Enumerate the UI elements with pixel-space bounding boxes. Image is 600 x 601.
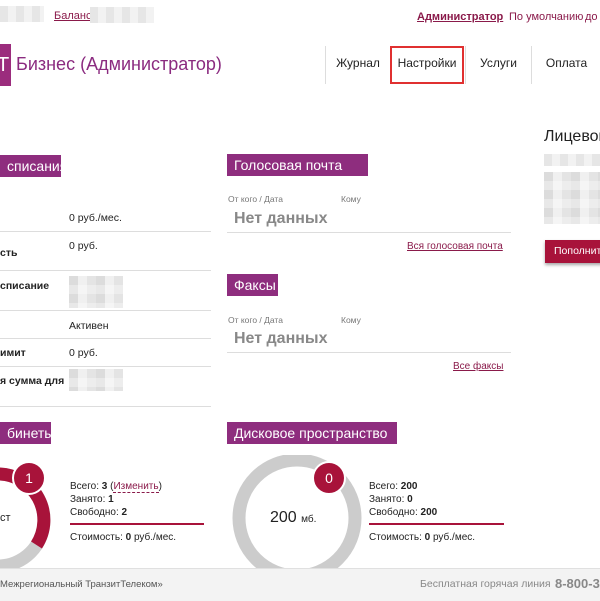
footer-phone[interactable]: 8-800-3	[555, 576, 600, 591]
cabinets-ring-text: ст	[0, 512, 11, 524]
cabinets-busy-label: Занято:	[70, 494, 106, 505]
charges-row-3-label: списание	[0, 280, 50, 292]
charges-section-title: списания	[0, 155, 67, 177]
disk-total: Всего: 200	[369, 480, 417, 493]
change-cabinets-link[interactable]: Изменить	[113, 481, 159, 493]
cabinets-total-label: Всего:	[70, 481, 99, 492]
cabinets-busy-value: 1	[108, 494, 114, 505]
disk-ring-label: 200 мб.	[270, 509, 316, 527]
disk-ring-unit: мб.	[301, 514, 317, 525]
logo-title[interactable]: Бизнес (Администратор)	[16, 54, 222, 75]
logo-mark[interactable]: Т	[0, 44, 11, 86]
blurred-account-number	[544, 154, 600, 166]
faxes-col-from: От кого / Дата	[228, 315, 283, 325]
footer-company: Межрегиональный ТранзитТелеком»	[0, 579, 163, 590]
disk-total-value: 200	[400, 481, 418, 492]
charges-row-5-label: имит	[0, 347, 26, 359]
balance-link[interactable]: Баланс:	[54, 10, 95, 22]
cabinets-cost: Стоимость: 0 руб./мес.	[70, 531, 176, 544]
account-title: Лицевой	[544, 128, 600, 145]
voicemail-section-title: Голосовая почта	[227, 154, 368, 176]
divider	[0, 310, 211, 311]
charges-row-2-label: сть	[0, 247, 18, 259]
cabinets-cost-label: Стоимость:	[70, 532, 123, 543]
cabinets-badge: 1	[12, 461, 46, 495]
extra-link[interactable]: до	[585, 11, 598, 23]
blurred-balance-value	[90, 7, 154, 23]
disk-free-label: Свободно:	[369, 507, 418, 518]
nav-settings[interactable]: Настройки	[390, 46, 464, 84]
cabinets-cost-value: 0	[125, 532, 132, 543]
all-voicemail-link[interactable]: Вся голосовая почта	[407, 241, 503, 252]
cabinets-cost-unit: руб./мес.	[133, 532, 177, 543]
cabinets-free-value: 2	[121, 507, 128, 518]
blurred-account-details	[544, 172, 600, 224]
cabinets-free: Свободно: 2	[70, 506, 127, 519]
cabinets-section-title: бинеты	[0, 422, 54, 444]
disk-free-value: 200	[420, 507, 438, 518]
faxes-col-to: Кому	[341, 315, 361, 325]
balance-label: Баланс:	[54, 10, 95, 22]
blurred-charge-date	[69, 276, 123, 308]
disk-cost-label: Стоимость:	[369, 532, 422, 543]
top-bar: Баланс: Администратор По умолчанию до	[0, 0, 600, 32]
divider	[0, 366, 211, 367]
blurred-user-info	[0, 6, 44, 22]
disk-cost: Стоимость: 0 руб./мес.	[369, 531, 475, 544]
charges-row-4-value: Активен	[69, 320, 109, 332]
paren-close: )	[158, 481, 162, 492]
cabinets-free-label: Свободно:	[70, 507, 119, 518]
blurred-charge-amount	[69, 369, 123, 391]
divider	[0, 338, 211, 339]
nav-services[interactable]: Услуги	[465, 46, 531, 84]
disk-busy-value: 0	[407, 494, 413, 505]
footer: Межрегиональный ТранзитТелеком» Бесплатн…	[0, 568, 600, 601]
disk-badge: 0	[312, 461, 346, 495]
divider	[0, 270, 211, 271]
disk-busy: Занято: 0	[369, 493, 413, 506]
nav-journal[interactable]: Журнал	[325, 46, 390, 84]
cabinets-busy: Занято: 1	[70, 493, 114, 506]
charges-row-5-value: 0 руб.	[69, 347, 98, 359]
divider	[227, 232, 511, 233]
disk-divider	[369, 523, 504, 525]
charges-row-2-value: 0 руб.	[69, 240, 98, 252]
voicemail-empty-text: Нет данных	[234, 210, 328, 227]
charges-row-1-value: 0 руб./мес.	[69, 212, 122, 224]
divider	[0, 406, 211, 407]
charges-row-6-label: я сумма для	[0, 375, 65, 387]
disk-free: Свободно: 200	[369, 506, 437, 519]
nav-payment[interactable]: Оплата	[531, 46, 600, 84]
divider	[227, 352, 511, 353]
voicemail-col-from: От кого / Дата	[228, 194, 283, 204]
disk-cost-value: 0	[424, 532, 431, 543]
all-faxes-link[interactable]: Все факсы	[453, 361, 503, 372]
disk-busy-label: Занято:	[369, 494, 405, 505]
default-profile-link[interactable]: По умолчанию	[509, 11, 583, 23]
cabinets-divider	[70, 523, 204, 525]
faxes-section-title: Факсы	[227, 274, 278, 296]
disk-cost-unit: руб./мес.	[432, 532, 476, 543]
cabinets-total-value: 3	[101, 481, 108, 492]
voicemail-col-to: Кому	[341, 194, 361, 204]
faxes-empty-text: Нет данных	[234, 330, 328, 347]
footer-hotline-label: Бесплатная горячая линия	[420, 578, 551, 590]
admin-link[interactable]: Администратор	[417, 11, 503, 23]
disk-ring-value: 200	[270, 509, 297, 526]
cabinets-total: Всего: 3 (Изменить)	[70, 480, 162, 493]
top-up-button[interactable]: Пополнить	[545, 240, 600, 263]
disk-section-title: Дисковое пространство	[227, 422, 397, 444]
divider	[0, 231, 211, 232]
disk-total-label: Всего:	[369, 481, 398, 492]
